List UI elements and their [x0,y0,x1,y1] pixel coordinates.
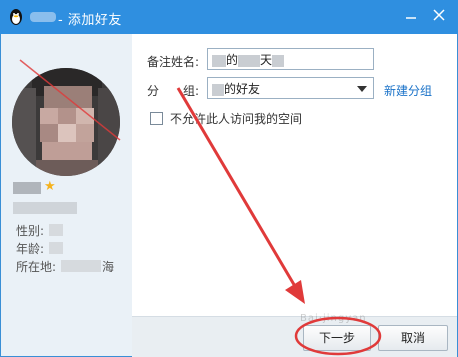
remark-mid-text: 的 [226,53,239,67]
star-icon: ★ [44,179,56,194]
location-label: 所在地: [16,260,57,274]
remark-blur-3 [272,54,285,67]
title-bar[interactable]: - 添加好友 [0,0,458,34]
location-tail: 海 [102,260,115,274]
watermark: Bai·jingyan [300,313,367,324]
qq-penguin-icon [10,9,22,25]
group-label-part1: 分 [147,84,160,98]
chevron-down-icon [357,86,367,92]
age-label: 年龄: [16,242,45,256]
next-step-button[interactable]: 下一步 [303,325,371,351]
no-space-access-label: 不允许此人访问我的空间 [170,112,303,126]
account-id-blurred [13,202,77,214]
window-title: - 添加好友 [58,13,122,28]
remark-blur-2 [238,54,261,67]
group-select[interactable]: 的好友 [207,77,374,99]
group-label-part2: 组: [183,84,200,98]
minimize-icon[interactable] [400,4,422,26]
age-value-blurred [49,242,63,254]
add-friend-form: 备注姓名: 的天 分 组: 的好友 新建分组 不允许此人访问我的空间 [132,34,457,356]
dialog-footer: 下一步 取消 [132,316,457,357]
avatar [12,68,120,176]
profile-panel: ★ 性别: 年龄: 所在地: 海 [1,34,132,356]
close-icon[interactable] [428,4,450,26]
cancel-button[interactable]: 取消 [378,325,448,351]
no-space-access-checkbox[interactable] [150,112,163,125]
title-name-blurred [30,12,56,22]
remark-name-label: 备注姓名: [147,55,200,69]
new-group-link[interactable]: 新建分组 [384,82,432,99]
gender-label: 性别: [16,224,45,238]
location-value-blurred [61,260,101,272]
group-blur [212,83,224,96]
gender-value-blurred [49,224,63,236]
remark-name-input[interactable]: 的天 [207,48,374,70]
group-select-value: 的好友 [224,82,261,96]
remark-blur-1 [212,54,226,67]
remark-suffix-text: 天 [260,53,273,67]
nickname-blurred [13,182,41,194]
